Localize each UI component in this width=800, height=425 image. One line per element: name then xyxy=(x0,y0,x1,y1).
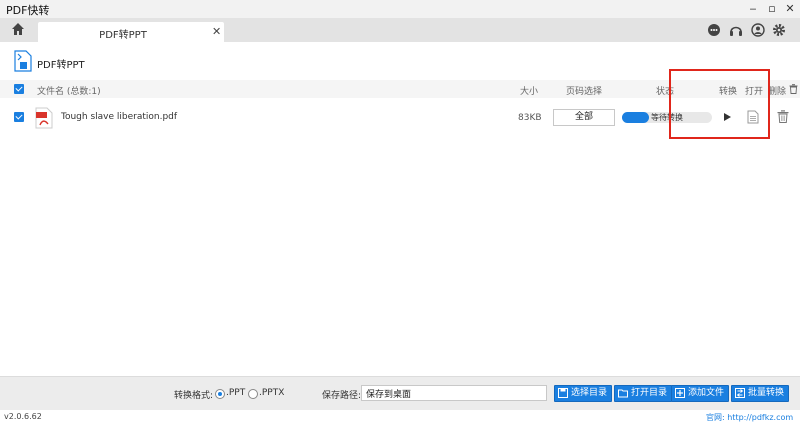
file-name: Tough slave liberation.pdf xyxy=(61,112,178,122)
headset-icon[interactable] xyxy=(729,23,743,37)
batch-convert-button[interactable]: 批量转换 xyxy=(731,385,790,402)
save-path-input[interactable] xyxy=(361,385,547,401)
save-path-label: 保存路径: xyxy=(322,391,362,401)
bottom-toolbar: 转换格式: .PPT .PPTX 保存路径: 选择目录 打开目录 添加文件 批量… xyxy=(0,376,800,410)
convert-icon xyxy=(735,388,745,398)
add-file-button[interactable]: 添加文件 xyxy=(671,385,730,402)
status-bar: v2.0.6.62 官网: http://pdfkz.com xyxy=(0,410,800,425)
trash-icon[interactable] xyxy=(777,110,789,123)
app-title: PDF快转 xyxy=(6,4,50,17)
format-pptx-label[interactable]: .PPTX xyxy=(259,388,284,398)
maximize-button[interactable]: ▫ xyxy=(765,2,779,16)
open-directory-label: 打开目录 xyxy=(631,388,668,398)
add-icon xyxy=(675,388,685,398)
home-icon[interactable] xyxy=(11,22,25,36)
header-delete: 删除 xyxy=(768,87,787,97)
open-directory-button[interactable]: 打开目录 xyxy=(614,385,673,402)
title-bar: PDF快转 ‒ ▫ ✕ xyxy=(0,0,800,18)
select-all-checkbox[interactable] xyxy=(14,84,24,94)
choose-directory-button[interactable]: 选择目录 xyxy=(554,385,613,402)
tab-label: PDF转PPT xyxy=(99,30,147,41)
pdf-to-ppt-icon xyxy=(14,50,32,72)
row-checkbox[interactable] xyxy=(14,112,24,122)
header-size: 大小 xyxy=(520,87,539,97)
tab-close-icon[interactable]: ✕ xyxy=(212,25,221,38)
tab-bar: PDF转PPT ✕ xyxy=(0,18,800,42)
close-window-button[interactable]: ✕ xyxy=(783,2,797,16)
format-ppt-label[interactable]: .PPT xyxy=(226,388,245,398)
format-label: 转换格式: xyxy=(174,391,214,401)
gear-icon[interactable] xyxy=(772,23,786,37)
folder-open-icon xyxy=(618,389,628,398)
header-page-select: 页码选择 xyxy=(566,87,603,97)
chat-icon[interactable] xyxy=(707,23,721,37)
batch-convert-label: 批量转换 xyxy=(748,388,785,398)
add-file-label: 添加文件 xyxy=(688,388,725,398)
delete-all-icon[interactable] xyxy=(789,84,798,94)
version-text: v2.0.6.62 xyxy=(4,412,42,421)
format-ppt-radio[interactable] xyxy=(215,389,225,399)
file-size: 83KB xyxy=(518,113,542,123)
choose-directory-label: 选择目录 xyxy=(571,388,608,398)
tab-pdf-to-ppt[interactable]: PDF转PPT ✕ xyxy=(38,22,224,42)
pdf-file-icon xyxy=(35,107,53,129)
header-filename: 文件名 (总数:1) xyxy=(37,87,101,97)
folder-save-icon xyxy=(558,388,568,398)
website-link[interactable]: 官网: http://pdfkz.com xyxy=(706,412,793,423)
minimize-button[interactable]: ‒ xyxy=(746,2,760,16)
format-pptx-radio[interactable] xyxy=(248,389,258,399)
highlight-box xyxy=(669,69,770,139)
feature-title: PDF转PPT xyxy=(37,60,85,71)
user-icon[interactable] xyxy=(751,23,765,37)
page-select-dropdown[interactable]: 全部 xyxy=(553,109,615,126)
